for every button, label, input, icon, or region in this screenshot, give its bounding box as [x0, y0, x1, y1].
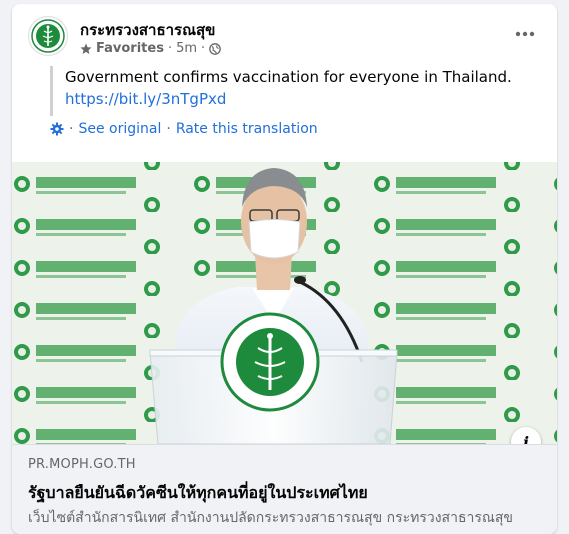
star-icon: [80, 43, 92, 54]
podium-seal-icon: [220, 312, 320, 412]
post-photo[interactable]: i: [12, 162, 557, 444]
link-preview[interactable]: PR.MOPH.GO.TH รัฐบาลยืนยันฉีดวัคซีนให้ทุ…: [12, 444, 557, 534]
meta-separator-2: ·: [201, 41, 206, 56]
more-options-icon: [515, 31, 535, 37]
gear-icon[interactable]: [50, 122, 64, 136]
post-meta: Favorites · 5m ·: [80, 41, 222, 56]
rate-translation-link[interactable]: Rate this translation: [176, 121, 318, 137]
moph-logo-icon: [31, 19, 65, 53]
link-description: เว็บไซต์สำนักสารนิเทศ สำนักงานปลัดกระทรว…: [28, 510, 513, 526]
link-domain: PR.MOPH.GO.TH: [28, 457, 136, 472]
see-original-link[interactable]: See original: [78, 121, 161, 137]
facebook-post-card: กระทรวงสาธารณสุข Favorites · 5m · Govern…: [12, 4, 557, 534]
audience-label[interactable]: Favorites: [96, 41, 164, 56]
meta-separator: ·: [167, 41, 173, 56]
translation-separator: ·: [69, 121, 74, 137]
post-text: Government confirms vaccination for ever…: [65, 68, 512, 86]
post-time[interactable]: 5m: [176, 41, 197, 56]
page-avatar[interactable]: [28, 16, 68, 56]
press-conference-photo: [12, 162, 557, 444]
translation-controls: · See original · Rate this translation: [50, 121, 318, 137]
translation-separator-2: ·: [166, 121, 171, 137]
post-header: กระทรวงสาธารณสุข Favorites · 5m ·: [12, 4, 557, 64]
info-icon: i: [522, 432, 530, 445]
globe-icon: [209, 42, 222, 55]
more-options-button[interactable]: [513, 22, 537, 46]
translated-post-body: Government confirms vaccination for ever…: [50, 66, 540, 116]
link-title[interactable]: รัฐบาลยืนยันฉีดวัคซีนให้ทุกคนที่อยู่ในปร…: [28, 481, 368, 506]
post-link[interactable]: https://bit.ly/3nTgPxd: [65, 88, 540, 110]
page-name[interactable]: กระทรวงสาธารณสุข: [80, 18, 215, 42]
